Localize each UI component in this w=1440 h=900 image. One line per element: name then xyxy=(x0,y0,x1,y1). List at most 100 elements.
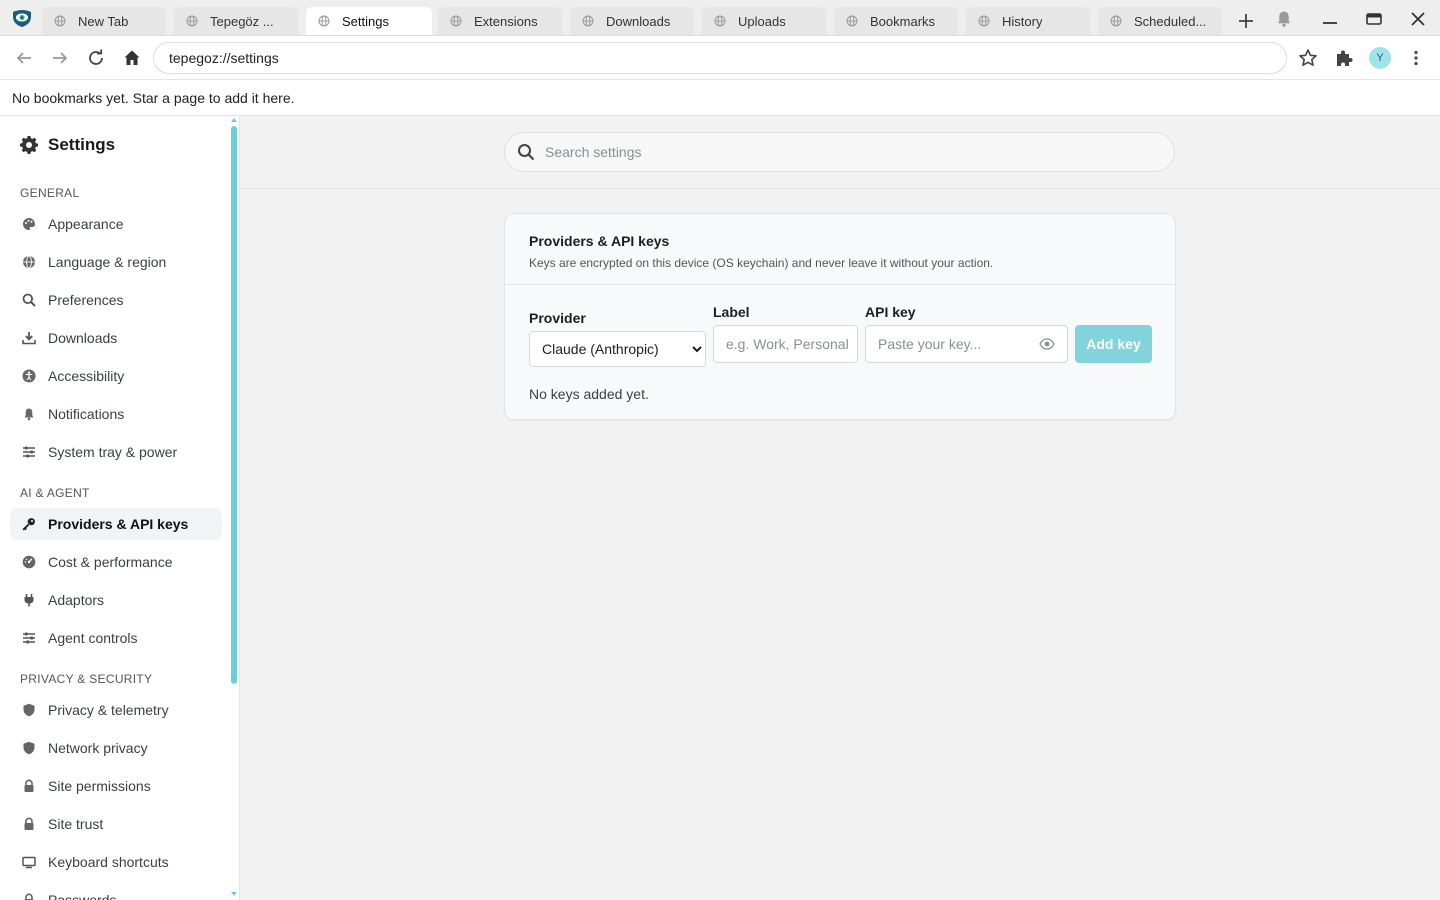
sidebar-item-site-trust[interactable]: Site trust xyxy=(10,808,222,840)
sidebar-item-keyboard-shortcuts[interactable]: Keyboard shortcuts xyxy=(10,846,222,878)
tab-bookmarks[interactable]: Bookmarks xyxy=(834,7,958,35)
accessibility-icon xyxy=(22,369,36,383)
tab-label: Extensions xyxy=(474,13,538,29)
sidebar-item-passwords[interactable]: Passwords xyxy=(10,884,222,900)
sidebar-item-notifications[interactable]: Notifications xyxy=(10,398,222,430)
menu-button[interactable] xyxy=(1404,46,1428,70)
tab-settings[interactable]: Settings xyxy=(306,7,432,35)
section-header-privacy-security: PRIVACY & SECURITY xyxy=(20,672,153,686)
globe-icon xyxy=(714,15,726,27)
api-key-input[interactable] xyxy=(866,326,1031,362)
globe-icon xyxy=(978,15,990,27)
notifications-button[interactable] xyxy=(1274,9,1294,29)
sidebar-item-label: Notifications xyxy=(48,406,125,422)
app-logo-icon xyxy=(10,7,34,29)
lock-icon xyxy=(22,817,36,831)
label-input[interactable] xyxy=(713,325,858,363)
gear-icon xyxy=(20,136,38,154)
download-icon xyxy=(22,331,36,345)
sidebar-item-label: Adaptors xyxy=(48,592,105,608)
tab-new-tab[interactable]: New Tab xyxy=(42,7,166,35)
sidebar-item-label: Agent controls xyxy=(48,630,138,646)
scroll-up-arrow[interactable] xyxy=(231,118,237,122)
sidebar-item-cost-performance[interactable]: Cost & performance xyxy=(10,546,222,578)
sidebar-item-label: Language & region xyxy=(48,254,167,270)
tab-history[interactable]: History xyxy=(966,7,1090,35)
plus-icon xyxy=(1239,14,1253,28)
sidebar-item-network-privacy[interactable]: Network privacy xyxy=(10,732,222,764)
globe-icon xyxy=(582,15,594,27)
arrow-left-icon xyxy=(16,52,31,64)
globe-icon xyxy=(54,15,66,27)
globe-icon xyxy=(22,255,36,269)
close-window-button[interactable] xyxy=(1406,8,1430,30)
arrow-right-icon xyxy=(53,52,68,64)
home-button[interactable] xyxy=(120,46,144,70)
tab-label: Scheduled... xyxy=(1134,13,1207,29)
key-icon xyxy=(22,517,36,531)
profile-avatar[interactable]: Y xyxy=(1369,47,1391,69)
sidebar-item-privacy-telemetry[interactable]: Privacy & telemetry xyxy=(10,694,222,726)
provider-select[interactable]: Claude (Anthropic) xyxy=(529,331,706,367)
globe-icon xyxy=(846,15,858,27)
settings-sidebar: Settings GENERAL Appearance Language & r… xyxy=(0,116,240,900)
sidebar-item-system-tray[interactable]: System tray & power xyxy=(10,436,222,468)
globe-icon xyxy=(186,15,198,27)
maximize-icon xyxy=(1366,13,1382,25)
search-input[interactable] xyxy=(545,144,1145,160)
star-icon xyxy=(1299,49,1317,66)
eye-icon xyxy=(1039,338,1055,350)
settings-title-label: Settings xyxy=(48,135,116,154)
sidebar-item-accessibility[interactable]: Accessibility xyxy=(10,360,222,392)
extensions-button[interactable] xyxy=(1332,46,1356,70)
sliders-icon xyxy=(22,445,36,459)
tab-label: Settings xyxy=(342,13,389,29)
back-button[interactable] xyxy=(12,46,36,70)
sidebar-item-adaptors[interactable]: Adaptors xyxy=(10,584,222,616)
scroll-down-arrow[interactable] xyxy=(231,892,237,896)
minimize-icon xyxy=(1323,22,1337,24)
reload-button[interactable] xyxy=(84,46,108,70)
tab-label: Uploads xyxy=(738,13,786,29)
tab-tepegoz[interactable]: Tepegöz ... xyxy=(174,7,298,35)
globe-icon xyxy=(450,15,462,27)
sidebar-item-agent-controls[interactable]: Agent controls xyxy=(10,622,222,654)
add-key-button[interactable]: Add key xyxy=(1075,325,1152,363)
settings-search-box[interactable] xyxy=(504,132,1175,172)
lock-icon xyxy=(22,893,36,900)
sidebar-item-preferences[interactable]: Preferences xyxy=(10,284,222,316)
forward-button[interactable] xyxy=(48,46,72,70)
api-key-field xyxy=(865,325,1068,363)
card-header: Providers & API keys Keys are encrypted … xyxy=(505,214,1175,285)
tab-label: Bookmarks xyxy=(870,13,936,29)
tab-uploads[interactable]: Uploads xyxy=(702,7,826,35)
search-icon xyxy=(518,144,535,161)
bookmark-star-button[interactable] xyxy=(1296,46,1320,70)
address-bar[interactable]: tepegoz://settings xyxy=(153,42,1287,74)
tab-downloads[interactable]: Downloads xyxy=(570,7,694,35)
tab-extensions[interactable]: Extensions xyxy=(438,7,562,35)
keys-empty-state: No keys added yet. xyxy=(529,386,649,402)
sidebar-item-language[interactable]: Language & region xyxy=(10,246,222,278)
maximize-button[interactable] xyxy=(1362,8,1386,30)
sidebar-item-label: Network privacy xyxy=(48,740,148,756)
browser-toolbar: tepegoz://settings Y xyxy=(0,36,1440,80)
sidebar-item-providers[interactable]: Providers & API keys xyxy=(10,508,222,540)
sidebar-scrollbar-thumb[interactable] xyxy=(231,126,237,684)
api-key-label: API key xyxy=(865,304,916,320)
tab-label: New Tab xyxy=(78,13,129,29)
toggle-visibility-button[interactable] xyxy=(1038,336,1056,352)
sliders-icon xyxy=(22,631,36,645)
shield-icon xyxy=(22,703,36,717)
minimize-button[interactable] xyxy=(1318,8,1342,30)
sidebar-item-downloads[interactable]: Downloads xyxy=(10,322,222,354)
sidebar-item-label: Accessibility xyxy=(48,368,125,384)
lock-icon xyxy=(22,779,36,793)
bell-icon xyxy=(22,407,36,421)
new-tab-button[interactable] xyxy=(1235,10,1257,32)
sidebar-item-appearance[interactable]: Appearance xyxy=(10,208,222,240)
tab-scheduled[interactable]: Scheduled... xyxy=(1098,7,1222,35)
sidebar-item-site-permissions[interactable]: Site permissions xyxy=(10,770,222,802)
globe-icon xyxy=(1110,15,1122,27)
providers-card: Providers & API keys Keys are encrypted … xyxy=(504,213,1176,420)
